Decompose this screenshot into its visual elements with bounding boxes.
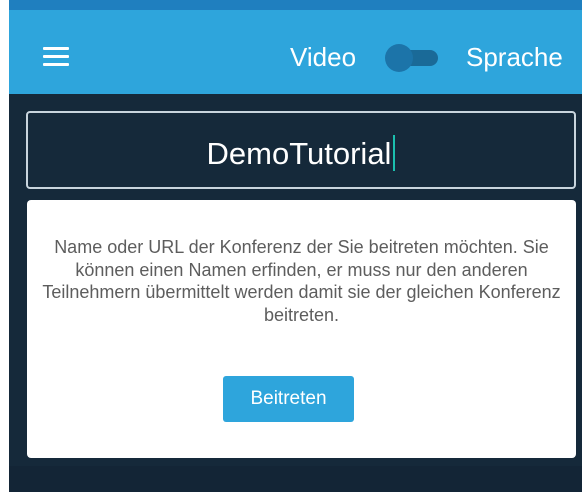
join-description: Name oder URL der Konferenz der Sie beit… <box>42 237 561 325</box>
room-name-input[interactable]: DemoTutorial <box>26 111 576 189</box>
room-name-text: DemoTutorial <box>206 136 392 171</box>
text-caret <box>393 135 396 171</box>
bottom-area <box>9 466 582 492</box>
top-toolbar: Video Sprache <box>9 10 582 94</box>
screen: Video Sprache DemoTutorial Name oder URL… <box>0 0 582 492</box>
toggle-thumb[interactable] <box>385 44 413 72</box>
join-button[interactable]: Beitreten <box>223 376 354 422</box>
language-label: Sprache <box>466 42 563 72</box>
room-name-value: DemoTutorial <box>28 135 574 172</box>
app-window: Video Sprache DemoTutorial Name oder URL… <box>9 0 582 492</box>
video-label: Video <box>290 42 357 72</box>
video-language-toggle[interactable] <box>385 44 443 72</box>
hamburger-menu-icon[interactable] <box>43 47 69 67</box>
join-card: Name oder URL der Konferenz der Sie beit… <box>27 200 576 458</box>
status-bar-strip <box>9 0 582 10</box>
